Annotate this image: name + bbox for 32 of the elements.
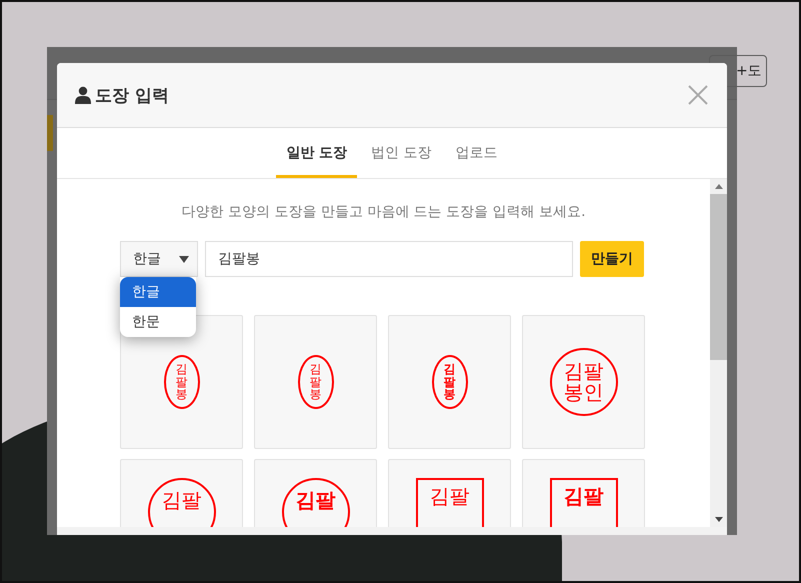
scroll-up-icon[interactable] bbox=[714, 184, 722, 189]
stamp-text: 김 팔 봉 bbox=[310, 363, 322, 401]
stamp-card[interactable]: 김팔 bbox=[522, 459, 645, 527]
person-icon bbox=[75, 86, 91, 104]
stamp-card[interactable]: 김 팔 봉 bbox=[388, 315, 511, 449]
create-button[interactable]: 만들기 bbox=[580, 241, 644, 277]
stamp-card[interactable]: 김팔 bbox=[254, 459, 377, 527]
stamp-card[interactable]: 김팔 bbox=[120, 459, 243, 527]
stamp-card[interactable]: 김팔 봉인 bbox=[522, 315, 645, 449]
stamp-text: 김 팔 봉 bbox=[176, 363, 188, 401]
stamp-card[interactable]: 김 팔 봉 bbox=[254, 315, 377, 449]
tab[interactable]: 업로드 bbox=[446, 130, 508, 178]
stamp-text: 김팔 bbox=[564, 486, 604, 507]
scrollbar[interactable] bbox=[710, 179, 727, 527]
stamp-text: 김 팔 봉 bbox=[444, 363, 456, 401]
dropdown-option[interactable]: 한글 bbox=[120, 277, 196, 307]
stamp-card[interactable]: 김팔 bbox=[388, 459, 511, 527]
tab[interactable]: 일반 도장 bbox=[276, 130, 358, 178]
close-icon[interactable] bbox=[688, 85, 708, 105]
scroll-down-icon[interactable] bbox=[714, 517, 722, 522]
scrollbar-thumb[interactable] bbox=[710, 194, 727, 360]
script-dropdown[interactable]: 한글 bbox=[120, 241, 198, 277]
description-text: 다양한 모양의 도장을 만들고 마음에 드는 도장을 입력해 보세요. bbox=[180, 203, 587, 221]
dialog-title-text: 도장 입력 bbox=[95, 84, 169, 106]
name-input-field[interactable]: 김팔봉 bbox=[205, 241, 573, 277]
stamp-text: 김팔 bbox=[162, 490, 202, 511]
tab[interactable]: 법인 도장 bbox=[361, 130, 442, 178]
stamp-text: 김팔 봉인 bbox=[564, 361, 604, 403]
stamp-text: 김팔 bbox=[296, 490, 336, 511]
caret-icon bbox=[179, 256, 189, 262]
dimmed-tab-marker bbox=[47, 115, 53, 151]
stamp-text: 김팔 bbox=[430, 486, 470, 507]
